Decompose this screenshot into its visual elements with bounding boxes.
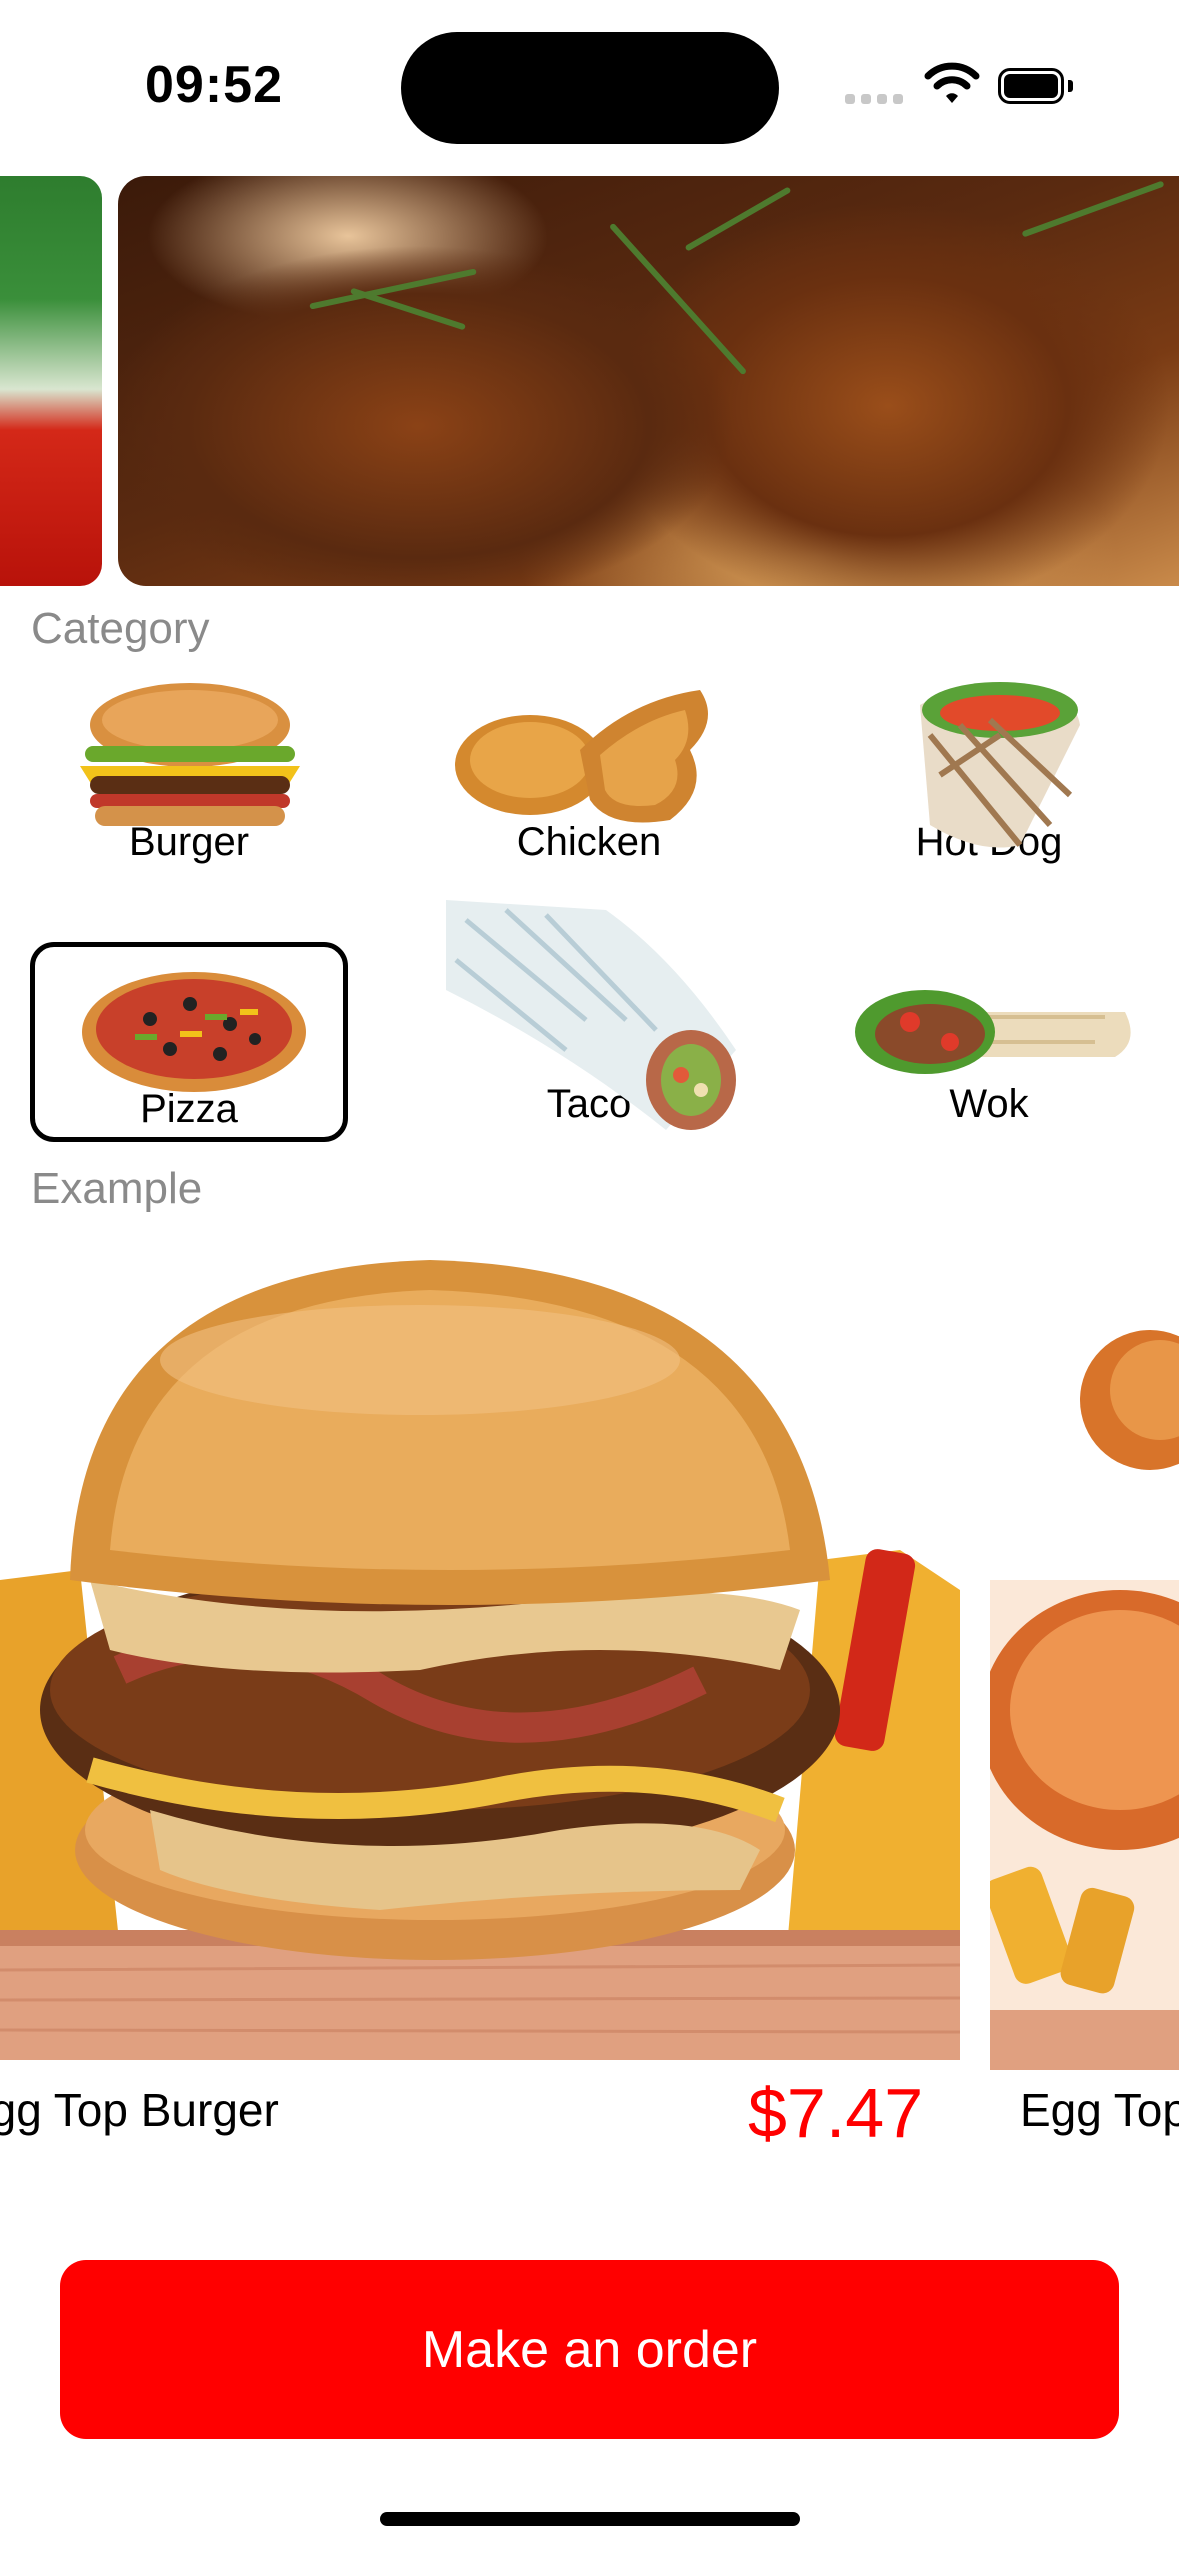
battery-icon (998, 68, 1073, 104)
example-name: Egg Top Burger (0, 2084, 279, 2136)
status-time: 09:52 (145, 56, 283, 114)
category-hot-dog[interactable]: Hot Dog (830, 670, 1148, 870)
cellular-signal-icon (845, 94, 905, 106)
example-name: Egg Top (1020, 2084, 1179, 2136)
category-pizza[interactable]: Pizza (30, 942, 348, 1142)
category-label: Burger (128, 820, 250, 864)
status-bar: 09:52 (0, 0, 1179, 170)
example-card[interactable]: Egg Top Burger $7.47 (0, 1250, 960, 2170)
category-burger[interactable]: Burger (30, 670, 348, 870)
category-chicken[interactable]: Chicken (430, 670, 748, 870)
wrap-image (920, 682, 1080, 848)
category-label: Pizza (140, 1087, 238, 1131)
chicken-image (455, 690, 708, 823)
burger-image (80, 683, 300, 826)
wifi-icon (924, 62, 980, 103)
wok-wrap-image (855, 990, 1131, 1074)
home-indicator[interactable] (380, 2512, 800, 2526)
burger-photo (0, 1260, 960, 2060)
chicken-combo-photo (990, 1330, 1179, 2070)
dynamic-island (401, 32, 779, 144)
category-label: Wok (949, 1082, 1029, 1126)
example-card[interactable]: Egg Top (990, 1250, 1179, 2156)
example-section-title: Example (31, 1164, 203, 1213)
banner-image-previous[interactable] (0, 176, 102, 586)
banner-image-grilled-chicken[interactable] (118, 176, 1179, 586)
shawarma-image (446, 900, 736, 1130)
category-wok[interactable]: Wok (830, 942, 1148, 1142)
category-taco[interactable]: Taco (430, 900, 748, 1142)
make-order-button[interactable]: Make an order (60, 2260, 1119, 2439)
example-price: $7.47 (748, 2074, 924, 2152)
pizza-image (82, 972, 306, 1092)
category-section-title: Category (31, 604, 210, 653)
